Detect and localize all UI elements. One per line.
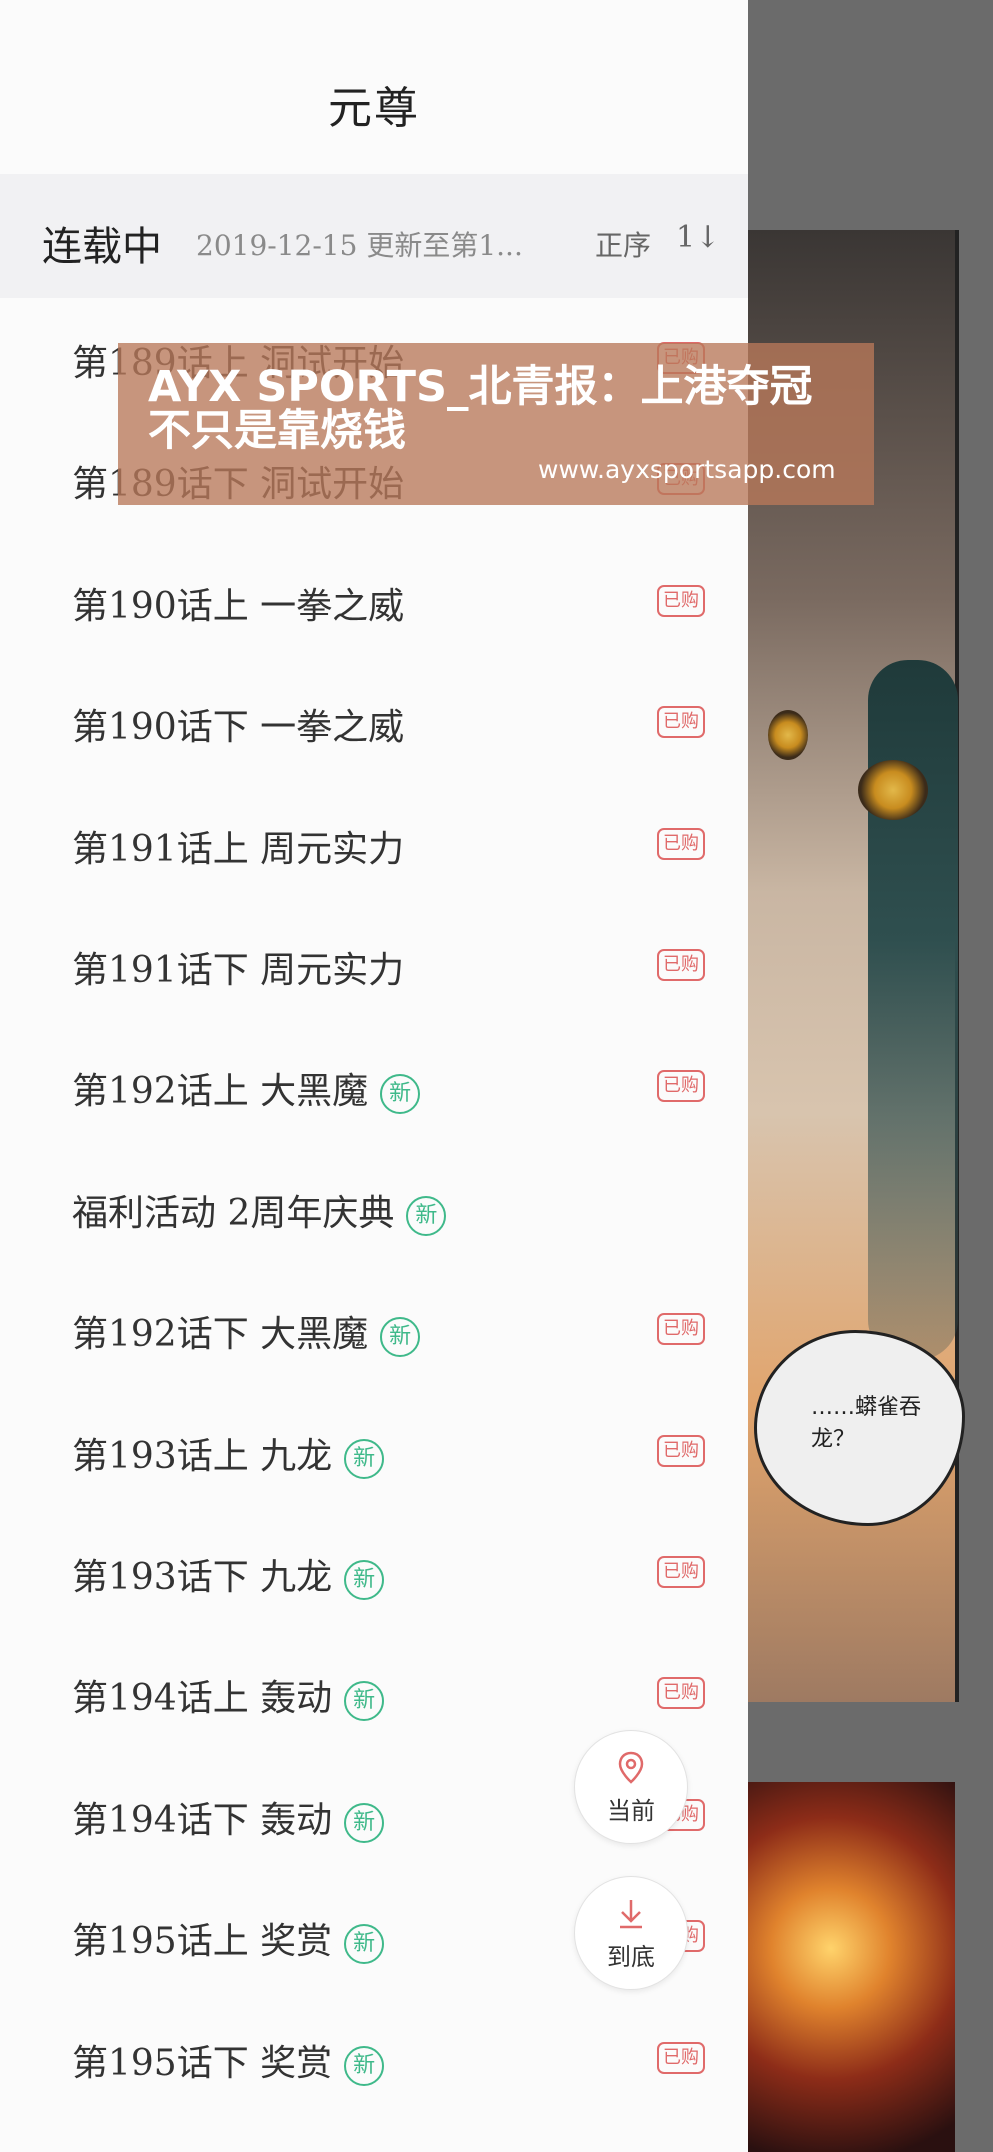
- purchased-badge: 已购: [657, 2041, 705, 2074]
- purchased-badge: 已购: [657, 1556, 705, 1588]
- chapter-title: 福利活动 2周年庆典新: [72, 1184, 447, 1236]
- update-info: 2019-12-15 更新至第1...: [196, 229, 523, 262]
- chapter-title: 第190话下 一拳之威: [72, 707, 405, 749]
- serial-status: 连载中: [42, 224, 162, 270]
- purchased-badge: 已购: [657, 1434, 705, 1467]
- chapter-title-text: 第195话上 奖赏: [72, 1921, 333, 1963]
- comic-title: 元尊: [328, 83, 420, 134]
- new-badge: 新: [380, 1317, 421, 1358]
- purchased-badge: 已购: [657, 706, 705, 739]
- new-badge: 新: [344, 1438, 385, 1479]
- sort-toggle[interactable]: 正序: [595, 224, 651, 264]
- chapter-title-text: 第192话下 大黑魔: [72, 1314, 369, 1356]
- chapter-row[interactable]: 第195话下 奖赏新 已购: [0, 1997, 748, 2118]
- chapter-row[interactable]: 福利活动 2周年庆典新: [0, 1147, 748, 1268]
- new-badge: 新: [344, 1924, 385, 1965]
- comic-background: ……蟒雀吞龙？: [748, 0, 993, 2152]
- chapter-title-text: 福利活动 2周年庆典: [72, 1192, 395, 1234]
- banner-title: AYX SPORTS_北青报：上港夺冠不只是靠烧钱: [148, 362, 813, 456]
- chapter-row[interactable]: 第192话下 大黑魔新 已购: [0, 1268, 748, 1389]
- chapter-row[interactable]: 第191话上 周元实力 已购: [0, 783, 748, 904]
- jump-bottom-label: 到底: [607, 1943, 655, 1971]
- jump-bottom-button[interactable]: 到底: [574, 1876, 688, 1990]
- chapter-title: 第193话上 九龙新: [72, 1427, 385, 1479]
- new-badge: 新: [344, 1681, 385, 1722]
- chapter-title: 第194话上 轰动新: [72, 1669, 385, 1722]
- chapter-drawer: 元尊 连载中 2019-12-15 更新至第1... 正序 1↓ 第189话上 …: [0, 0, 748, 2152]
- chapter-row[interactable]: 第190话上 一拳之威 已购: [0, 540, 748, 661]
- jump-current-label: 当前: [607, 1797, 655, 1825]
- comic-panel-2: [748, 1782, 955, 2152]
- chapter-row[interactable]: 第191话下 周元实力 已购: [0, 904, 748, 1025]
- comic-eye: [858, 760, 928, 820]
- ad-banner[interactable]: AYX SPORTS_北青报：上港夺冠不只是靠烧钱 www.ayxsportsa…: [118, 343, 874, 505]
- purchased-badge: 已购: [657, 827, 705, 860]
- chapter-row[interactable]: 第190话下 一拳之威 已购: [0, 661, 748, 782]
- sort-order-icon[interactable]: 1↓: [676, 220, 720, 255]
- purchased-badge: 已购: [657, 1070, 705, 1103]
- chapter-title: 第194话下 轰动新: [72, 1791, 385, 1843]
- speech-bubble-text: ……蟒雀吞龙？: [811, 1395, 922, 1452]
- arrow-down-icon: [575, 1897, 687, 1935]
- location-pin-icon: [575, 1751, 687, 1789]
- purchased-badge: 已购: [657, 1313, 705, 1346]
- new-badge: 新: [406, 1195, 447, 1236]
- chapter-title-text: 第195话下 奖赏: [72, 2042, 333, 2084]
- new-badge: 新: [344, 2045, 385, 2086]
- chapter-row[interactable]: 第193话下 九龙新 已购: [0, 1511, 748, 1632]
- new-badge: 新: [344, 1560, 385, 1600]
- chapter-title: 第190话上 一拳之威: [72, 585, 405, 627]
- chapter-title: 第195话上 奖赏新: [72, 1912, 385, 1965]
- banner-url: www.ayxsportsapp.com: [538, 455, 836, 484]
- new-badge: 新: [380, 1074, 421, 1115]
- chapter-title: 第191话上 周元实力: [72, 828, 405, 870]
- status-bar: 连载中 2019-12-15 更新至第1... 正序 1↓: [0, 174, 748, 298]
- new-badge: 新: [344, 1802, 385, 1843]
- chapter-title-text: 第193话上 九龙: [72, 1435, 333, 1477]
- chapter-title: 第192话上 大黑魔新: [72, 1062, 421, 1115]
- chapter-title: 第191话下 周元实力: [72, 950, 405, 991]
- chapter-title: 第192话下 大黑魔新: [72, 1305, 421, 1358]
- purchased-badge: 已购: [657, 949, 705, 981]
- jump-current-button[interactable]: 当前: [574, 1730, 688, 1844]
- purchased-badge: 已购: [657, 1677, 705, 1710]
- comic-eye: [768, 710, 808, 760]
- chapter-title: 第195话下 奖赏新: [72, 2034, 385, 2086]
- chapter-row[interactable]: 第193话上 九龙新 已购: [0, 1390, 748, 1511]
- chapter-title: 第193话下 九龙新: [72, 1548, 385, 1600]
- chapter-title-text: 第193话下 九龙: [72, 1557, 333, 1598]
- purchased-badge: 已购: [657, 584, 705, 617]
- chapter-title-text: 第194话上 轰动: [72, 1678, 333, 1720]
- chapter-title-text: 第194话下 轰动: [72, 1799, 333, 1841]
- chapter-title-text: 第192话上 大黑魔: [72, 1071, 369, 1113]
- chapter-row[interactable]: 第192话上 大黑魔新 已购: [0, 1025, 748, 1146]
